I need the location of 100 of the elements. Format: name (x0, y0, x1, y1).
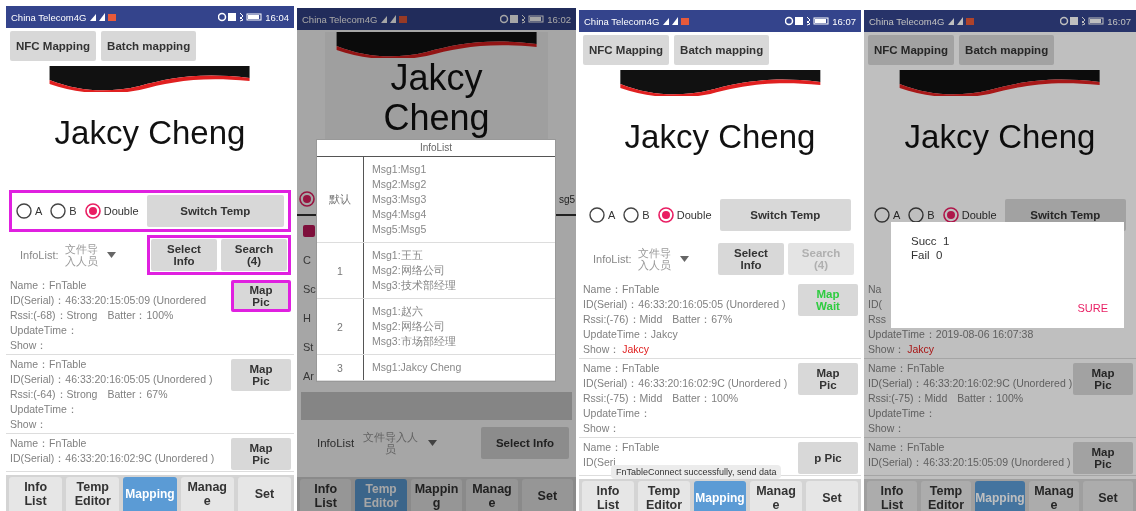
info-button[interactable]: Search (4) (221, 239, 287, 271)
nav-tab[interactable]: Set (237, 477, 291, 511)
signal-icon (89, 12, 118, 22)
map-button[interactable]: Map Pic (1073, 442, 1133, 474)
partial-label: Ar (303, 369, 314, 382)
nav-tab[interactable]: Set (1083, 481, 1133, 511)
record-field: Name：FnTable (868, 440, 945, 455)
info-button[interactable]: Select Info (481, 427, 569, 459)
nav-tab[interactable]: Temp Editor (638, 481, 690, 511)
logo-name: Jakcy Cheng (54, 114, 246, 152)
record-field: Batter：100% (957, 391, 1024, 406)
partial-label: C (303, 253, 311, 266)
radio-selected-icon[interactable] (84, 203, 101, 219)
record-field: Rssi:(-75)：Midd (583, 391, 663, 406)
radio-icon[interactable] (50, 203, 67, 219)
map-button[interactable]: Map Pic (798, 363, 858, 395)
record-field: Name：FnTable (10, 357, 87, 372)
clock-time: 16:02 (547, 13, 571, 25)
nav-tab[interactable]: Temp Editor (66, 477, 120, 511)
logo-name: Jakcy Cheng (624, 118, 816, 156)
nav-tab[interactable]: Manage (180, 477, 234, 511)
table-cell-text: Msg1:王五 (372, 248, 424, 263)
record-field: Name：FnTable (583, 361, 660, 376)
record-field: ID(Serial)：46:33:20:16:05:05 (Unordered ) (583, 297, 786, 312)
table-cell: Msg3:市场部经理 (372, 334, 456, 349)
mode-button[interactable]: NFC Mapping (868, 35, 955, 65)
record-field: Rssi:(-68)：Strong (10, 308, 98, 323)
partial-label: St (303, 340, 314, 353)
map-button[interactable]: Map Pic (231, 438, 291, 470)
mode-button[interactable]: Batch mapping (101, 31, 197, 61)
table-cell: Msg1:Jakcy Cheng (372, 360, 462, 375)
radio-icon[interactable] (16, 203, 32, 219)
map-button[interactable]: Map Pic (231, 359, 291, 391)
map-button[interactable]: Map Pic (231, 280, 291, 312)
partial-label: sg5 (558, 193, 575, 205)
record-field: ID(Serial)：46:33:20:15:05:09 (Unordered ) (868, 455, 1071, 470)
table-cell: Msg4:Msg4 (372, 207, 427, 222)
record-field: Rssi:(-76)：Midd (583, 312, 663, 327)
partial-label: H (303, 311, 311, 324)
nav-tab[interactable]: Manage (1029, 481, 1079, 511)
mode-button[interactable]: Batch mapping (959, 35, 1055, 65)
nav-tab[interactable]: Set (521, 479, 574, 511)
nav-tab[interactable]: Mapping (410, 479, 463, 511)
logo-name: Jakcy Cheng (904, 118, 1096, 156)
radio-icon[interactable] (623, 207, 640, 223)
radio-icon[interactable] (589, 207, 605, 223)
switch-temp-button[interactable]: Switch Temp (146, 195, 284, 227)
nav-tab[interactable]: Info List (300, 479, 352, 511)
nav-tab[interactable]: Set (806, 481, 858, 511)
record-field: UpdateTime： (868, 406, 936, 421)
mode-button[interactable]: NFC Mapping (10, 31, 97, 61)
table-cell: 3 (317, 355, 364, 380)
radio-label: A (893, 209, 901, 221)
record-field: UpdateTime： (10, 323, 78, 338)
nav-tab[interactable]: Manage (750, 481, 802, 511)
result-text: Succ 1 (911, 234, 951, 248)
record-field: Name：FnTable (868, 361, 945, 376)
radio-selected-icon[interactable] (299, 191, 315, 207)
sure-button[interactable]: SURE (1075, 298, 1110, 318)
carrier-name: China Telecom4G (11, 11, 87, 23)
record-field: Show： (10, 417, 48, 432)
status-icons-drawing (500, 14, 545, 24)
record-field: ID(Serial)：46:33:20:15:05:09 (Unordered (10, 293, 207, 308)
caret-icon (679, 256, 689, 262)
caret-icon (106, 252, 116, 258)
infolist-label: InfoList: (20, 249, 59, 261)
clock-time: 16:07 (1107, 15, 1131, 27)
map-button[interactable]: p Pic (798, 442, 858, 474)
nav-tab[interactable]: Manage (466, 479, 518, 511)
info-button[interactable]: Select Info (718, 243, 784, 275)
record-field: Batter：100% (672, 391, 739, 406)
radio-icon[interactable] (874, 207, 890, 223)
table-cell: 1 (317, 243, 364, 298)
radio-selected-icon[interactable] (942, 207, 959, 223)
record-field: UpdateTime：2019-08-06 16:07:38 (868, 327, 1034, 342)
record-field: ID( (868, 297, 882, 312)
nav-tab[interactable]: Info List (9, 477, 63, 511)
record-field: UpdateTime： (583, 406, 651, 421)
record-field: UpdateTime：Jakcy (583, 327, 678, 342)
table-cell: 2 (317, 299, 364, 354)
info-button[interactable]: Select Info (151, 239, 217, 271)
table-cell-text: Msg1:赵六 (372, 304, 424, 319)
infolist-label: InfoList: (593, 253, 632, 265)
record-field: Name：FnTable (583, 282, 660, 297)
record-field: Show： (10, 338, 48, 353)
table-cell: Msg3:技术部经理 (372, 278, 456, 293)
mode-button[interactable]: Batch mapping (674, 35, 770, 65)
nav-tab[interactable]: Info List (582, 481, 634, 511)
record-field: ID(Serial)：46:33:20:16:02:9C (Unordered ) (868, 376, 1073, 391)
radio-icon[interactable] (908, 207, 925, 223)
nav-tab[interactable]: Info List (867, 481, 917, 511)
record-field: Rssi:(-64)：Strong (10, 387, 98, 402)
mode-button[interactable]: NFC Mapping (583, 35, 670, 65)
switch-temp-button[interactable]: Switch Temp (719, 199, 851, 231)
map-button[interactable]: Map Pic (1073, 363, 1133, 395)
show-value: Jakcy (907, 342, 935, 357)
signal-icon (380, 14, 409, 24)
record-field: Rss (868, 312, 887, 327)
nav-tab[interactable]: Temp Editor (921, 481, 971, 511)
radio-selected-icon[interactable] (657, 207, 674, 223)
